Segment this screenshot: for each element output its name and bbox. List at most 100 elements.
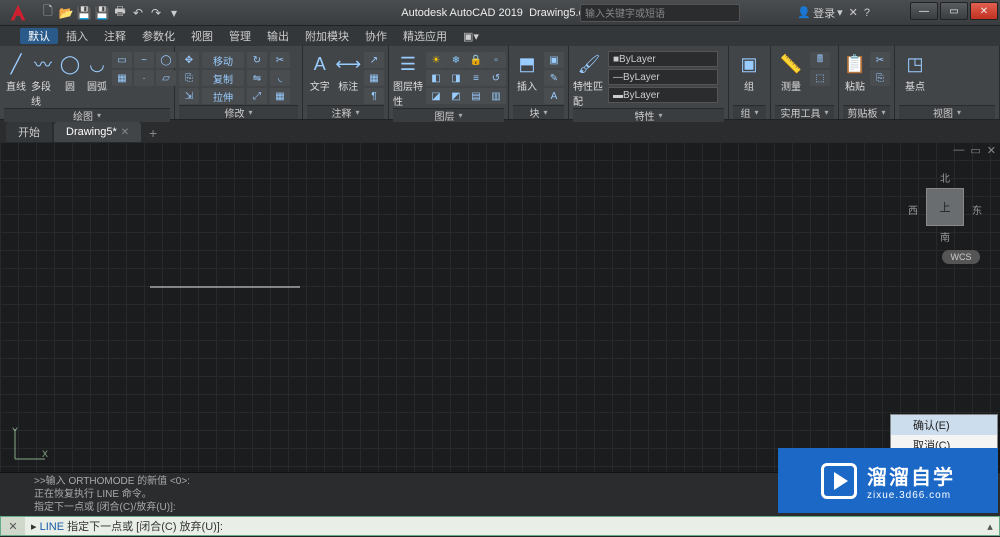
- tab-start[interactable]: 开始: [6, 122, 52, 142]
- linetype-combo[interactable]: — ByLayer: [608, 69, 718, 85]
- panel-label-groups[interactable]: 组: [733, 105, 766, 119]
- new-icon[interactable]: 🗋: [40, 5, 56, 21]
- move-icon[interactable]: ✥: [179, 52, 199, 68]
- line-button[interactable]: ╱直线: [4, 48, 28, 93]
- rect-icon[interactable]: ▭: [112, 52, 132, 68]
- stretch-button[interactable]: 拉伸: [202, 88, 244, 104]
- new-tab-button[interactable]: +: [143, 124, 163, 142]
- color-combo[interactable]: ■ ByLayer: [608, 51, 718, 67]
- tab-more-icon[interactable]: ▣▾: [455, 30, 487, 43]
- close-button[interactable]: ✕: [970, 2, 998, 20]
- layer-lock-icon[interactable]: 🔒: [466, 52, 486, 68]
- panel-label-props[interactable]: 特性: [573, 108, 724, 122]
- viewcube-top[interactable]: 上: [926, 188, 964, 226]
- command-toggle-icon[interactable]: ✕: [1, 517, 25, 535]
- scale-button[interactable]: ⤢: [247, 88, 267, 104]
- layer-iso-icon[interactable]: ◧: [426, 70, 446, 86]
- ellipse-icon[interactable]: ◯: [156, 52, 176, 68]
- polyline-button[interactable]: 〰多段线: [31, 48, 55, 108]
- command-line[interactable]: ✕ ▸ LINE 指定下一点或 [闭合(C) 放弃(U)]: ▴: [0, 516, 1000, 536]
- text-button[interactable]: A文字: [307, 48, 333, 93]
- layer-prev-icon[interactable]: ↺: [486, 70, 506, 86]
- redo-icon[interactable]: ↷: [148, 5, 164, 21]
- panel-label-clipboard[interactable]: 剪贴板: [843, 105, 890, 119]
- ctx-enter[interactable]: 确认(E): [891, 415, 997, 435]
- viewcube-west[interactable]: 西: [908, 202, 918, 217]
- close-tab-icon[interactable]: ✕: [121, 127, 129, 138]
- saveas-icon[interactable]: 💾: [94, 5, 110, 21]
- mtext-icon[interactable]: ¶: [364, 88, 384, 104]
- panel-label-annotation[interactable]: 注释: [307, 105, 384, 119]
- tab-drawing5[interactable]: Drawing5*✕: [54, 122, 141, 142]
- layer-freeze-icon[interactable]: ❄: [446, 52, 466, 68]
- measure-button[interactable]: 📏测量: [775, 48, 807, 93]
- layer-color-icon[interactable]: ▫: [486, 52, 506, 68]
- point-icon[interactable]: ·: [134, 70, 154, 86]
- panel-label-view[interactable]: 视图: [899, 105, 995, 119]
- fillet-button[interactable]: ◟: [270, 70, 290, 86]
- panel-label-modify[interactable]: 修改: [179, 105, 298, 119]
- help-icon[interactable]: ?: [864, 7, 870, 19]
- paste-button[interactable]: 📋粘贴: [843, 48, 867, 93]
- command-expand-icon[interactable]: ▴: [981, 520, 999, 533]
- viewcube-east[interactable]: 东: [972, 202, 982, 217]
- panel-label-layers[interactable]: 图层: [393, 108, 504, 122]
- vp-max-icon[interactable]: ▭: [970, 144, 980, 157]
- table-icon[interactable]: ▦: [364, 70, 384, 86]
- viewcube[interactable]: 北 南 东 西 上: [910, 172, 980, 242]
- minimize-button[interactable]: —: [910, 2, 938, 20]
- exchange-icon[interactable]: ✕: [849, 6, 858, 19]
- maximize-button[interactable]: ▭: [940, 2, 968, 20]
- copy-button[interactable]: 复制: [202, 70, 244, 86]
- calc-icon[interactable]: 🖩: [810, 52, 830, 68]
- array-button[interactable]: ▦: [270, 88, 290, 104]
- tab-collaborate[interactable]: 协作: [357, 28, 395, 44]
- leader-icon[interactable]: ↗: [364, 52, 384, 68]
- tab-default[interactable]: 默认: [20, 28, 58, 44]
- qat-dropdown-icon[interactable]: ▾: [166, 5, 182, 21]
- attr-icon[interactable]: A: [544, 88, 564, 104]
- create-block-icon[interactable]: ▣: [544, 52, 564, 68]
- select-icon[interactable]: ⬚: [810, 70, 830, 86]
- insert-block-button[interactable]: ⬒插入: [513, 48, 541, 93]
- vp-min-icon[interactable]: —: [953, 144, 964, 157]
- layer-d-icon[interactable]: ▥: [486, 88, 506, 104]
- layer-properties-button[interactable]: ☰图层特性: [393, 48, 423, 108]
- plot-icon[interactable]: 🖶: [112, 5, 128, 21]
- region-icon[interactable]: ▱: [156, 70, 176, 86]
- autocad-logo-icon[interactable]: [4, 2, 32, 24]
- tab-insert[interactable]: 插入: [58, 28, 96, 44]
- vp-close-icon[interactable]: ✕: [987, 144, 996, 157]
- help-search-input[interactable]: 输入关键字或短语: [580, 4, 740, 22]
- arc-button[interactable]: ◡圆弧: [85, 48, 109, 93]
- tab-output[interactable]: 输出: [259, 28, 297, 44]
- dimension-button[interactable]: ⟷标注: [336, 48, 362, 93]
- wcs-badge[interactable]: WCS: [942, 250, 980, 264]
- circle-button[interactable]: ◯圆: [58, 48, 82, 93]
- login-button[interactable]: 👤 登录 ▾: [797, 5, 842, 21]
- tab-manage[interactable]: 管理: [221, 28, 259, 44]
- copy-icon[interactable]: ⎘: [179, 70, 199, 86]
- viewcube-south[interactable]: 南: [940, 229, 950, 244]
- move-button[interactable]: 移动: [202, 52, 244, 68]
- copy2-icon[interactable]: ⎘: [870, 70, 890, 86]
- panel-label-draw[interactable]: 绘图: [4, 108, 170, 122]
- lineweight-combo[interactable]: ▬ ByLayer: [608, 87, 718, 103]
- match-props-button[interactable]: 🖌特性匹配: [573, 48, 605, 108]
- viewcube-north[interactable]: 北: [940, 170, 950, 185]
- mirror-button[interactable]: ⇋: [247, 70, 267, 86]
- tab-addins[interactable]: 附加模块: [297, 28, 357, 44]
- layer-match-icon[interactable]: ≡: [466, 70, 486, 86]
- panel-label-utilities[interactable]: 实用工具: [775, 105, 834, 119]
- stretch-icon[interactable]: ⇲: [179, 88, 199, 104]
- tab-parametric[interactable]: 参数化: [134, 28, 183, 44]
- undo-icon[interactable]: ↶: [130, 5, 146, 21]
- rotate-button[interactable]: ↻: [247, 52, 267, 68]
- edit-block-icon[interactable]: ✎: [544, 70, 564, 86]
- trim-button[interactable]: ✂: [270, 52, 290, 68]
- layer-off-icon[interactable]: ◨: [446, 70, 466, 86]
- panel-label-block[interactable]: 块: [513, 105, 564, 119]
- layer-a-icon[interactable]: ◪: [426, 88, 446, 104]
- spline-icon[interactable]: ~: [134, 52, 154, 68]
- command-prompt[interactable]: ▸ LINE 指定下一点或 [闭合(C) 放弃(U)]:: [25, 518, 981, 534]
